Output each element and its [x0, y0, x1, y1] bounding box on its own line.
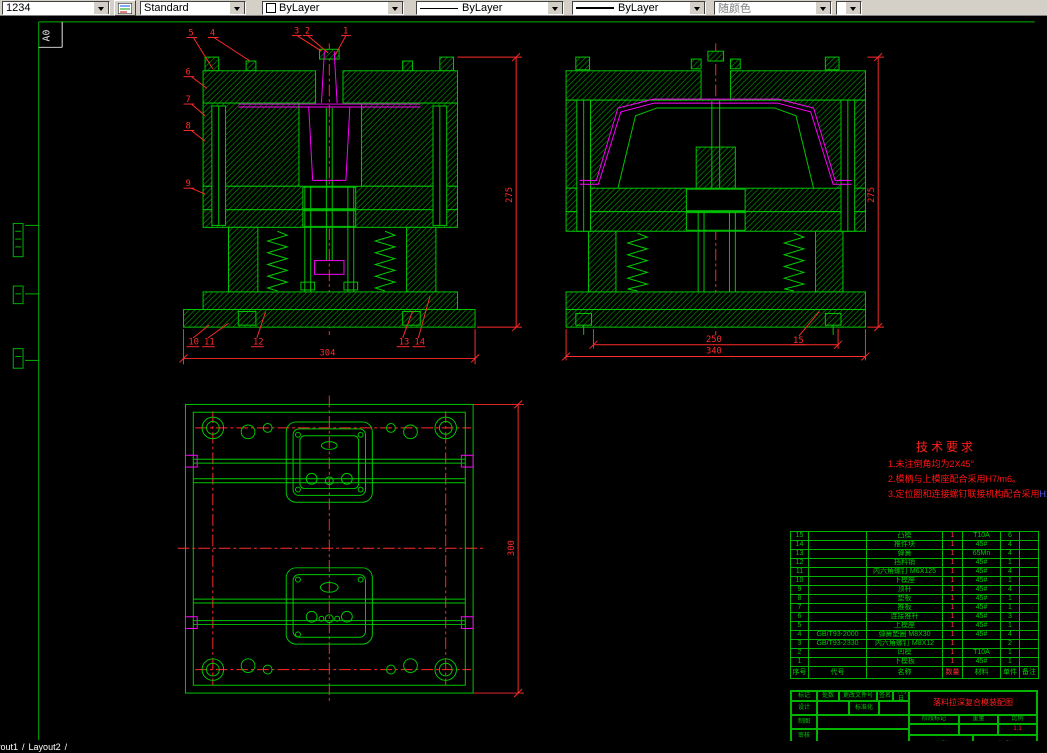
bom-row: 13 弹簧 1 65Mn 4 [790, 549, 1039, 559]
bom-row: 10 下模座 1 45# 1 [790, 576, 1039, 586]
title-block-cell: 标记 [791, 691, 817, 701]
color-combo-value: ByLayer [279, 2, 320, 14]
tech-req-item: 2.模柄与上模座配合采用H7/m6。 [888, 474, 1022, 484]
lineweight-sample-icon [576, 7, 614, 9]
lineweight-combo[interactable]: ByLayer [572, 1, 706, 15]
title-block-cell [909, 724, 959, 735]
title-block-cell: 签名 [877, 691, 893, 701]
dimension-label: 275 [867, 187, 877, 203]
tech-req-item: 1.未注倒角均为2X45° [888, 459, 975, 469]
drawing-canvas[interactable]: A0 304 275 5 4 3 2 1 6 7 8 9 10 11 12 13… [0, 0, 1047, 753]
tech-req-title: 技术要求 [916, 440, 977, 454]
tech-req-item: 3.定位圈和连接螺钉联接机构配合采用H11/b11。 [888, 487, 1047, 502]
plotstyle-combo[interactable]: 随颜色 [714, 1, 832, 15]
bom-row: 9 顶杆 1 45# 4 [790, 585, 1039, 595]
technical-requirements: 技术要求 1.未注倒角均为2X45° 2.模柄与上模座配合采用H7/m6。 3.… [888, 440, 1047, 502]
linetype-combo-value: ByLayer [462, 2, 503, 14]
bom-row: 7 推板 1 45# 1 [790, 603, 1039, 613]
chevron-down-icon[interactable] [229, 2, 245, 14]
title-block-cell [817, 701, 849, 715]
bom-row: 2 凹模 1 T10A 1 [790, 648, 1039, 658]
title-block-cell: 阶段标记 [909, 715, 959, 724]
title-block-cell: 制图 [791, 715, 817, 729]
dimension-label: 304 [320, 349, 336, 359]
title-block-cell: 重量 [959, 715, 998, 724]
cad-application-window: 1234 Standard ByLayer ByLayer ByLayer 随颜… [0, 0, 1047, 753]
tab-layout2[interactable]: Layout2 [29, 742, 61, 752]
dimension-label: 340 [706, 347, 722, 357]
extra-combo[interactable] [836, 1, 862, 15]
fit-tolerance-text: H11/b11。 [1039, 489, 1047, 499]
title-block-cell: 比例 [998, 715, 1037, 724]
object-properties-toolbar: 1234 Standard ByLayer ByLayer ByLayer 随颜… [0, 0, 1047, 16]
bom-table-body: 15 凸模 1 T10A 6 14 推件块 1 45# 4 13 弹簧 1 65Mn 4 12 挡料销 1 45# 1… [790, 531, 1039, 667]
bom-row: 14 推件块 1 45# 4 [790, 540, 1039, 550]
linetype-sample-icon [420, 7, 458, 9]
chevron-down-icon[interactable] [387, 2, 403, 14]
chevron-down-icon[interactable] [93, 2, 109, 14]
tab-separator: / [22, 742, 25, 752]
bom-row: 6 连接推杆 1 45# 3 [790, 612, 1039, 622]
layer-combo[interactable]: 1234 [2, 1, 110, 15]
layer-combo-value: 1234 [6, 2, 31, 14]
title-block-cell: 设计 [791, 701, 817, 715]
tab-separator: / [64, 742, 68, 752]
text-style-value: Standard [144, 2, 189, 14]
bom-row: 4 GB/T93-2000 弹簧垫圈 M8X30 1 45# 4 [790, 630, 1039, 640]
bom-row: 15 凸模 1 T10A 6 [790, 531, 1039, 541]
tab-layout1[interactable]: Layout1 [0, 742, 18, 752]
title-block-cell: 处数 [817, 691, 839, 701]
text-style-combo[interactable]: Standard [140, 1, 246, 15]
bom-row: 3 GB/T93-2330 内六角螺钉 M8X12 1 2 [790, 639, 1039, 649]
bom-header-row: 序号 代号 名称 数量 材料 单件 备注 [790, 666, 1039, 679]
view-side-section: 250 340 275 15 [561, 43, 885, 361]
scale-value: 1:1 [998, 724, 1037, 735]
color-combo[interactable]: ByLayer [262, 1, 404, 15]
layout-tab-bar: Layout1 / Layout2 / [0, 741, 1047, 753]
bom-table: 15 凸模 1 T10A 6 14 推件块 1 45# 4 13 弹簧 1 65Mn 4 12 挡料销 1 45# 1… [790, 531, 1039, 679]
title-block-cell: 标准化 [849, 701, 879, 715]
chevron-down-icon[interactable] [815, 2, 831, 14]
chevron-down-icon[interactable] [845, 2, 861, 14]
dimension-label: 250 [706, 335, 722, 345]
paper-size-label: A0 [41, 30, 52, 42]
title-block-cell: 年月日 [893, 691, 909, 701]
make-layer-current-button[interactable] [114, 0, 136, 16]
dimension-label: 275 [505, 187, 515, 203]
view-front-section: 304 275 5 4 3 2 1 6 7 8 9 10 11 12 13 14 [179, 27, 523, 365]
bom-row: 8 垫板 1 45# 1 [790, 594, 1039, 604]
bom-row: 5 上模座 1 45# 1 [790, 621, 1039, 631]
title-block-cell [879, 701, 909, 715]
plotstyle-combo-value: 随颜色 [718, 3, 751, 15]
color-swatch [266, 3, 276, 13]
title-block-cell: 更改文件号 [839, 691, 877, 701]
title-block-cell [817, 715, 909, 729]
chevron-down-icon[interactable] [547, 2, 563, 14]
chevron-down-icon[interactable] [689, 2, 705, 14]
lineweight-combo-value: ByLayer [618, 2, 659, 14]
drawing-title: 落料拉深复合模装配图 [909, 691, 1037, 715]
bom-row: 12 挡料销 1 45# 1 [790, 558, 1039, 568]
bom-row: 1 下模板 1 45# 1 [790, 657, 1039, 667]
bom-row: 11 内六角螺钉 M6X125 1 45# 4 [790, 567, 1039, 577]
dimension-label: 300 [507, 540, 517, 556]
layer-tool-icon [118, 2, 132, 14]
sheet-size-marker: A0 [38, 21, 63, 48]
title-block-cell [959, 724, 998, 735]
linetype-combo[interactable]: ByLayer [416, 1, 564, 15]
